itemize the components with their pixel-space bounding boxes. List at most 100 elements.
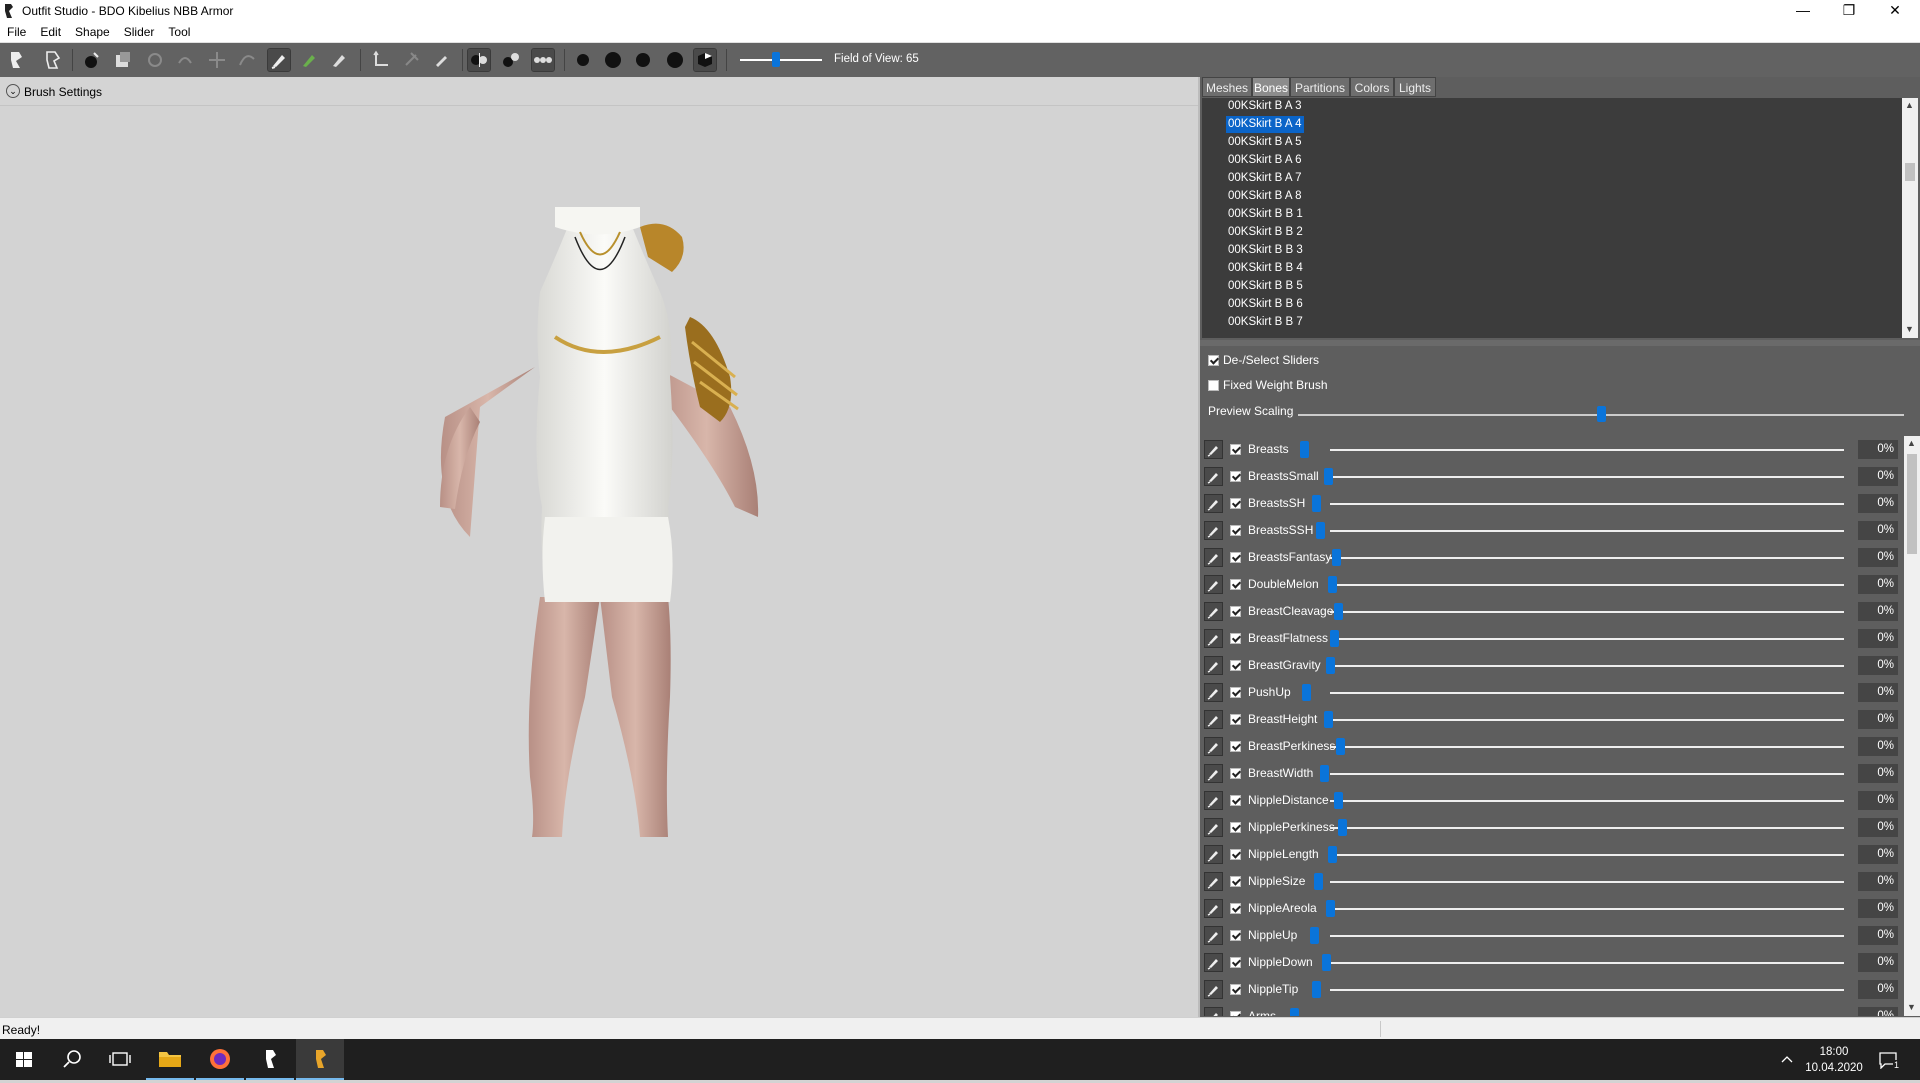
lighting-toggle-button[interactable] (602, 49, 624, 71)
slider-value[interactable]: 0% (1858, 899, 1898, 918)
bone-item[interactable]: 00KSkirt B A 8 (1226, 188, 1304, 205)
move-brush-button[interactable] (206, 49, 228, 71)
slider-checkbox[interactable] (1230, 822, 1241, 833)
bone-item[interactable]: 00KSkirt B A 7 (1226, 170, 1304, 187)
edit-slider-button[interactable] (1204, 656, 1223, 675)
edit-slider-button[interactable] (1204, 548, 1223, 567)
slider-checkbox[interactable] (1230, 984, 1241, 995)
slider-checkbox[interactable] (1230, 444, 1241, 455)
scroll-up-icon[interactable]: ▲ (1905, 100, 1914, 110)
slider-track[interactable] (1330, 881, 1844, 883)
slider-checkbox[interactable] (1230, 768, 1241, 779)
edit-slider-button[interactable] (1204, 845, 1223, 864)
chevron-up-icon[interactable] (1780, 1052, 1794, 1066)
slider-thumb[interactable] (1312, 495, 1321, 512)
bone-item[interactable]: 00KSkirt B B 3 (1226, 242, 1305, 259)
bone-item[interactable]: 00KSkirt B B 6 (1226, 296, 1305, 313)
edit-slider-button[interactable] (1204, 1007, 1223, 1016)
edit-slider-button[interactable] (1204, 521, 1223, 540)
slider-track[interactable] (1330, 800, 1844, 802)
pivot-tool-button[interactable] (400, 49, 422, 71)
slider-track[interactable] (1330, 476, 1844, 478)
bone-item[interactable]: 00KSkirt B A 6 (1226, 152, 1304, 169)
slider-row[interactable]: BreastGravity 0% (1200, 652, 1902, 679)
slider-checkbox[interactable] (1230, 552, 1241, 563)
edit-slider-button[interactable] (1204, 899, 1223, 918)
slider-checkbox[interactable] (1230, 606, 1241, 617)
slider-thumb[interactable] (1328, 846, 1337, 863)
sliders-scrollbar[interactable]: ▲ ▼ (1904, 436, 1920, 1016)
tab-lights[interactable]: Lights (1394, 77, 1436, 97)
slider-thumb[interactable] (1302, 684, 1311, 701)
slider-track[interactable] (1330, 638, 1844, 640)
edit-slider-button[interactable] (1204, 818, 1223, 837)
slider-value[interactable]: 0% (1858, 710, 1898, 729)
slider-row[interactable]: BreastCleavage 0% (1200, 598, 1902, 625)
slider-thumb[interactable] (1332, 549, 1341, 566)
slider-row[interactable]: NipplePerkiness 0% (1200, 814, 1902, 841)
brush-settings-bar[interactable]: ⌄ Brush Settings (0, 77, 1198, 106)
slider-thumb[interactable] (1314, 873, 1323, 890)
slider-row[interactable]: NippleAreola 0% (1200, 895, 1902, 922)
slider-value[interactable]: 0% (1858, 440, 1898, 459)
menu-edit[interactable]: Edit (33, 22, 68, 39)
search-button[interactable] (48, 1039, 96, 1080)
slider-row[interactable]: PushUp 0% (1200, 679, 1902, 706)
slider-row[interactable]: BreastsSSH 0% (1200, 517, 1902, 544)
slider-checkbox[interactable] (1230, 525, 1241, 536)
global-brush-button[interactable] (531, 48, 555, 72)
slider-checkbox[interactable] (1230, 876, 1241, 887)
slider-value[interactable]: 0% (1858, 791, 1898, 810)
sliders-scrollbar-thumb[interactable] (1907, 454, 1917, 554)
bone-item[interactable]: 00KSkirt B A 5 (1226, 134, 1304, 151)
slider-checkbox[interactable] (1230, 849, 1241, 860)
slider-thumb[interactable] (1324, 711, 1333, 728)
slider-value[interactable]: 0% (1858, 980, 1898, 999)
slider-thumb[interactable] (1334, 603, 1343, 620)
3d-viewport[interactable] (0, 77, 1198, 1017)
slider-row[interactable]: Breasts 0% (1200, 436, 1902, 463)
bones-list[interactable]: 00KSkirt B A 3 00KSkirt B A 4 00KSkirt B… (1202, 98, 1902, 338)
slider-track[interactable] (1330, 773, 1844, 775)
slider-track[interactable] (1330, 962, 1844, 964)
bones-scrollbar[interactable]: ▲ ▼ (1902, 98, 1918, 338)
slider-checkbox[interactable] (1230, 633, 1241, 644)
minimize-button[interactable]: — (1780, 0, 1826, 22)
edit-slider-button[interactable] (1204, 440, 1223, 459)
slider-checkbox[interactable] (1230, 903, 1241, 914)
slider-value[interactable]: 0% (1858, 872, 1898, 891)
slider-value[interactable]: 0% (1858, 683, 1898, 702)
slider-checkbox[interactable] (1230, 498, 1241, 509)
smooth-brush-button[interactable] (236, 49, 258, 71)
slider-checkbox[interactable] (1230, 471, 1241, 482)
slider-value[interactable]: 0% (1858, 494, 1898, 513)
wireframe-toggle-button[interactable] (572, 49, 594, 71)
slider-value[interactable]: 0% (1858, 521, 1898, 540)
slider-track[interactable] (1330, 935, 1844, 937)
slider-track[interactable] (1330, 584, 1844, 586)
preview-scaling-slider-thumb[interactable] (1597, 406, 1606, 422)
select-tool-button[interactable] (6, 49, 28, 71)
connected-only-button[interactable] (500, 49, 522, 71)
deflate-brush-button[interactable] (174, 49, 196, 71)
start-button[interactable] (0, 1039, 48, 1080)
deselect-sliders-checkbox[interactable] (1208, 355, 1219, 366)
menu-file[interactable]: File (0, 22, 33, 39)
slider-thumb[interactable] (1310, 927, 1319, 944)
slider-thumb[interactable] (1330, 630, 1339, 647)
slider-value[interactable]: 0% (1858, 926, 1898, 945)
edit-slider-button[interactable] (1204, 791, 1223, 810)
bone-item[interactable]: 00KSkirt B B 2 (1226, 224, 1305, 241)
alpha-brush-button[interactable] (328, 49, 350, 71)
tab-bones[interactable]: Bones (1252, 77, 1290, 97)
slider-thumb[interactable] (1316, 522, 1325, 539)
slider-track[interactable] (1330, 719, 1844, 721)
tab-partitions[interactable]: Partitions (1290, 77, 1350, 97)
slider-checkbox[interactable] (1230, 660, 1241, 671)
bone-item[interactable]: 00KSkirt B B 4 (1226, 260, 1305, 277)
slider-row[interactable]: BreastsSmall 0% (1200, 463, 1902, 490)
slider-track[interactable] (1330, 530, 1844, 532)
slider-checkbox[interactable] (1230, 714, 1241, 725)
slider-value[interactable]: 0% (1858, 845, 1898, 864)
bone-item[interactable]: 00KSkirt B B 7 (1226, 314, 1305, 331)
